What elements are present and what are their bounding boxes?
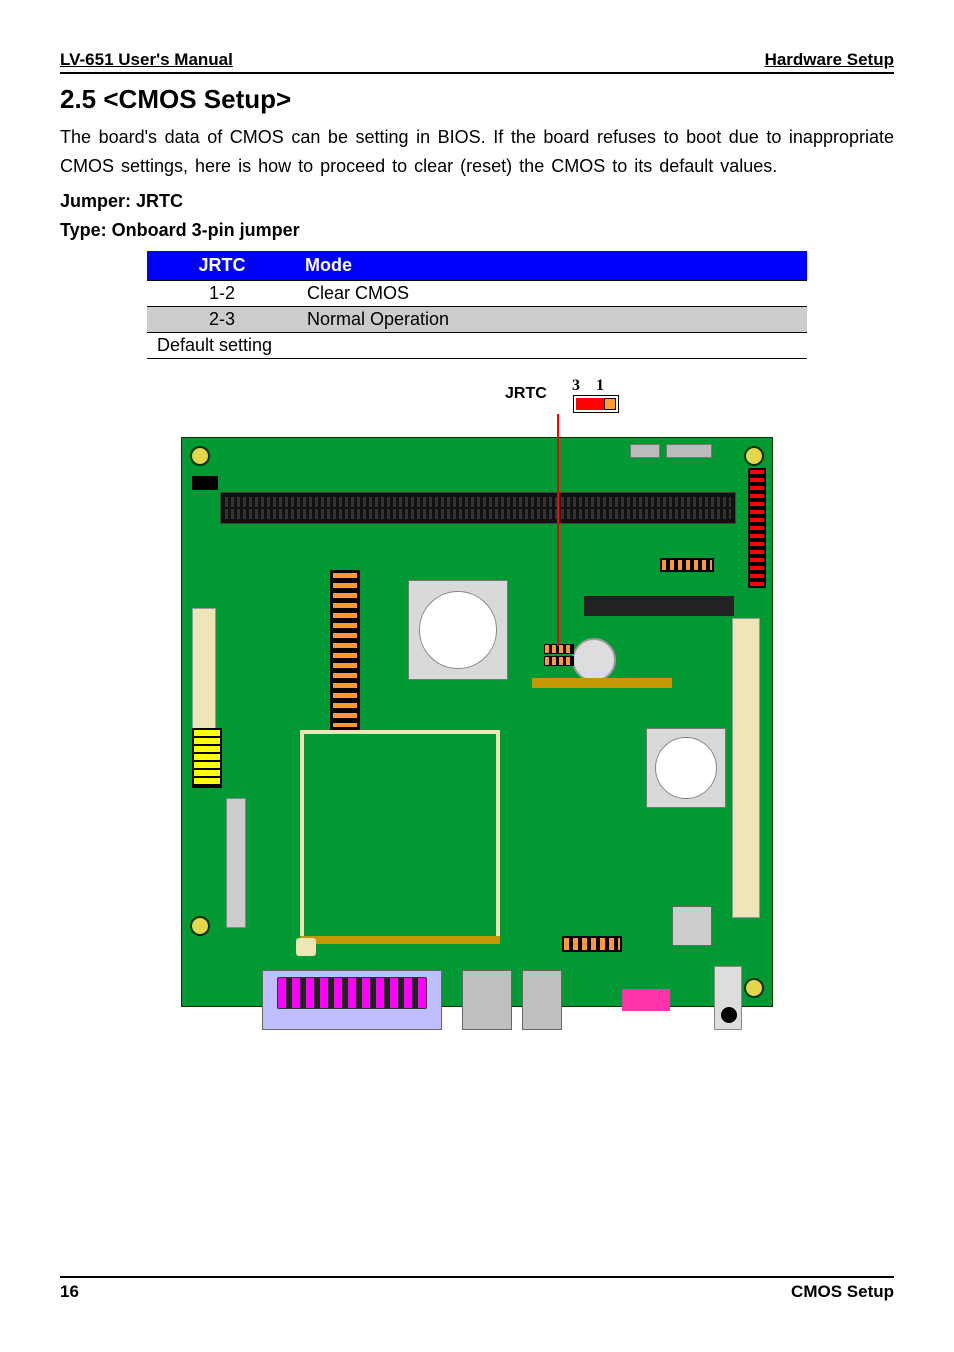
table-cell: Normal Operation <box>297 307 807 333</box>
header-left: LV-651 User's Manual <box>60 50 233 70</box>
pin-header-icon <box>660 558 714 572</box>
page-footer: 16 CMOS Setup <box>60 1276 894 1302</box>
jrtc-table: JRTC Mode 1-2 Clear CMOS 2-3 Normal Oper… <box>147 251 807 359</box>
page-number: 16 <box>60 1282 79 1302</box>
bracket-icon <box>630 444 660 458</box>
port-icon <box>522 970 562 1030</box>
jrtc-callout-label: JRTC <box>505 385 547 403</box>
motherboard-icon <box>181 437 773 1007</box>
table-row: 2-3 Normal Operation <box>147 307 807 333</box>
port-icon <box>462 970 512 1030</box>
gold-connector-icon <box>532 678 672 688</box>
gold-finger-icon <box>300 936 500 944</box>
board-diagram: 3 1 JRTC <box>157 419 797 1059</box>
section-title: 2.5 <CMOS Setup> <box>60 84 894 115</box>
connector-icon <box>226 798 246 928</box>
table-header-row: JRTC Mode <box>147 251 807 281</box>
pin-header-icon <box>192 728 222 788</box>
callout-line-icon <box>557 414 559 646</box>
mount-hole-icon <box>744 446 764 466</box>
battery-icon <box>572 638 616 682</box>
header-right: Hardware Setup <box>765 50 894 70</box>
vga-port-icon <box>262 970 442 1030</box>
table-row: 1-2 Clear CMOS <box>147 281 807 307</box>
mount-hole-icon <box>190 916 210 936</box>
type-label: Type: Onboard 3-pin jumper <box>60 220 894 241</box>
pin-header-icon <box>330 570 360 730</box>
dimm-slot-icon <box>300 730 500 940</box>
rear-io-row <box>182 944 772 1006</box>
section-body: The board's data of CMOS can be setting … <box>60 123 894 181</box>
table-cell: 1-2 <box>147 281 297 307</box>
connector-icon <box>622 989 670 1011</box>
pin-3-label: 3 <box>572 377 580 394</box>
jrtc-pin-icon <box>573 395 619 413</box>
cpu-chip-icon <box>408 580 508 680</box>
table-cell: Clear CMOS <box>297 281 807 307</box>
table-header-mode: Mode <box>297 251 807 281</box>
mount-hole-icon <box>190 446 210 466</box>
table-cell: 2-3 <box>147 307 297 333</box>
pin-segment-3 <box>576 398 604 410</box>
connector-icon <box>584 596 734 616</box>
page-header: LV-651 User's Manual Hardware Setup <box>60 50 894 74</box>
pin-1-label: 1 <box>596 377 604 394</box>
table-header-jrtc: JRTC <box>147 251 297 281</box>
table-footer-row: Default setting <box>147 333 807 359</box>
pin-numbers: 3 1 <box>572 377 604 395</box>
pin-segment-1 <box>604 398 616 410</box>
footer-section: CMOS Setup <box>791 1282 894 1302</box>
table-footer-cell: Default setting <box>147 333 807 359</box>
header-icon <box>192 476 218 490</box>
sodimm-slot-icon <box>220 492 736 524</box>
jumper-label: Jumper: JRTC <box>60 191 894 212</box>
southbridge-chip-icon <box>646 728 726 808</box>
expansion-slot-icon <box>732 618 760 918</box>
bracket-icon <box>666 444 712 458</box>
connector-icon <box>672 906 712 946</box>
jrtc-jumper-icon <box>544 644 574 666</box>
ide-connector-icon <box>192 608 216 738</box>
audio-jack-icon <box>714 966 742 1030</box>
pin-header-icon <box>748 468 766 588</box>
